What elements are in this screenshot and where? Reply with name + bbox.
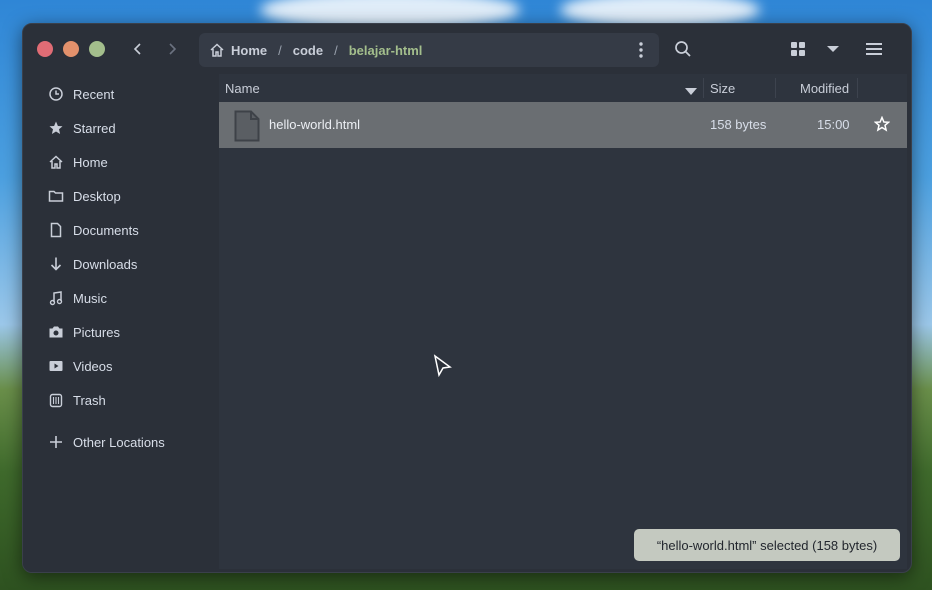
column-separator[interactable]	[775, 78, 776, 98]
grid-view-button[interactable]	[783, 34, 813, 64]
sidebar: Recent Starred Home Desktop Documents Do…	[23, 74, 219, 572]
video-icon	[47, 357, 65, 375]
file-size: 158 bytes	[710, 117, 767, 132]
sidebar-item-label: Pictures	[73, 324, 120, 340]
close-window-button[interactable]	[37, 41, 53, 57]
search-button[interactable]	[668, 34, 698, 64]
sidebar-item-label: Videos	[73, 358, 113, 374]
music-icon	[47, 289, 65, 307]
selection-status: “hello-world.html” selected (158 bytes)	[634, 529, 900, 561]
back-button[interactable]	[123, 34, 153, 64]
sidebar-item-label: Home	[73, 154, 108, 170]
download-icon	[47, 255, 65, 273]
column-header-size[interactable]: Size	[710, 81, 735, 96]
column-header-name[interactable]: Name	[225, 81, 260, 96]
column-separator[interactable]	[857, 78, 858, 98]
home-icon	[209, 42, 225, 58]
column-header: Name Size Modified	[219, 74, 907, 102]
sidebar-item-label: Other Locations	[73, 434, 165, 450]
sidebar-item-label: Documents	[73, 222, 139, 238]
window-controls	[37, 41, 105, 57]
maximize-window-button[interactable]	[89, 41, 105, 57]
sidebar-item-music[interactable]: Music	[47, 285, 212, 311]
document-icon	[47, 221, 65, 239]
forward-button[interactable]	[157, 34, 187, 64]
breadcrumb-separator: /	[278, 42, 282, 58]
breadcrumb-separator: /	[334, 42, 338, 58]
sidebar-item-label: Trash	[73, 392, 106, 408]
search-icon	[675, 41, 691, 57]
sidebar-item-label: Recent	[73, 86, 115, 102]
home-icon	[47, 153, 65, 171]
sidebar-item-videos[interactable]: Videos	[47, 353, 212, 379]
sidebar-item-desktop[interactable]: Desktop	[47, 183, 212, 209]
sidebar-item-label: Music	[73, 290, 107, 306]
file-manager-window: Home / code / belajar-html Recent Starre…	[22, 23, 912, 573]
file-modified: 15:00	[817, 117, 850, 132]
table-row[interactable]: hello-world.html 158 bytes 15:00	[219, 102, 907, 148]
vertical-dots-icon	[639, 42, 643, 58]
star-toggle-button[interactable]	[873, 115, 891, 135]
chevron-down-icon	[827, 46, 839, 52]
breadcrumb-code[interactable]: code	[293, 43, 323, 58]
minimize-window-button[interactable]	[63, 41, 79, 57]
trash-icon	[47, 391, 65, 409]
main-menu-button[interactable]	[859, 34, 889, 64]
clock-icon	[47, 85, 65, 103]
plus-icon	[47, 433, 65, 451]
sidebar-item-downloads[interactable]: Downloads	[47, 251, 212, 277]
star-outline-icon	[873, 115, 891, 132]
chevron-right-icon	[169, 43, 177, 55]
breadcrumb: Home / code / belajar-html	[199, 33, 659, 67]
breadcrumb-home[interactable]: Home	[231, 43, 267, 58]
camera-icon	[47, 323, 65, 341]
folder-icon	[47, 187, 65, 205]
sidebar-item-label: Downloads	[73, 256, 138, 272]
grid-icon	[791, 42, 805, 56]
file-name: hello-world.html	[269, 117, 361, 132]
mouse-cursor	[433, 354, 453, 381]
sidebar-item-trash[interactable]: Trash	[47, 387, 212, 413]
sidebar-item-pictures[interactable]: Pictures	[47, 319, 212, 345]
file-list-view: Name Size Modified hello-world.html 158 …	[219, 74, 907, 569]
breadcrumb-current-folder[interactable]: belajar-html	[349, 43, 423, 58]
column-header-modified[interactable]: Modified	[800, 81, 849, 96]
view-options-button[interactable]	[818, 34, 848, 64]
sidebar-item-starred[interactable]: Starred	[47, 115, 212, 141]
chevron-left-icon	[133, 43, 141, 55]
path-menu-button[interactable]	[633, 41, 649, 62]
star-icon	[47, 119, 65, 137]
sort-descending-icon[interactable]	[685, 84, 697, 99]
column-separator[interactable]	[703, 78, 704, 98]
header-bar: Home / code / belajar-html	[23, 24, 911, 74]
sidebar-item-label: Starred	[73, 120, 116, 136]
hamburger-menu-icon	[866, 43, 882, 55]
sidebar-item-documents[interactable]: Documents	[47, 217, 212, 243]
sidebar-item-other-locations[interactable]: Other Locations	[47, 429, 212, 455]
sidebar-item-home[interactable]: Home	[47, 149, 212, 175]
file-icon	[234, 110, 260, 145]
sidebar-item-recent[interactable]: Recent	[47, 81, 212, 107]
sidebar-item-label: Desktop	[73, 188, 121, 204]
